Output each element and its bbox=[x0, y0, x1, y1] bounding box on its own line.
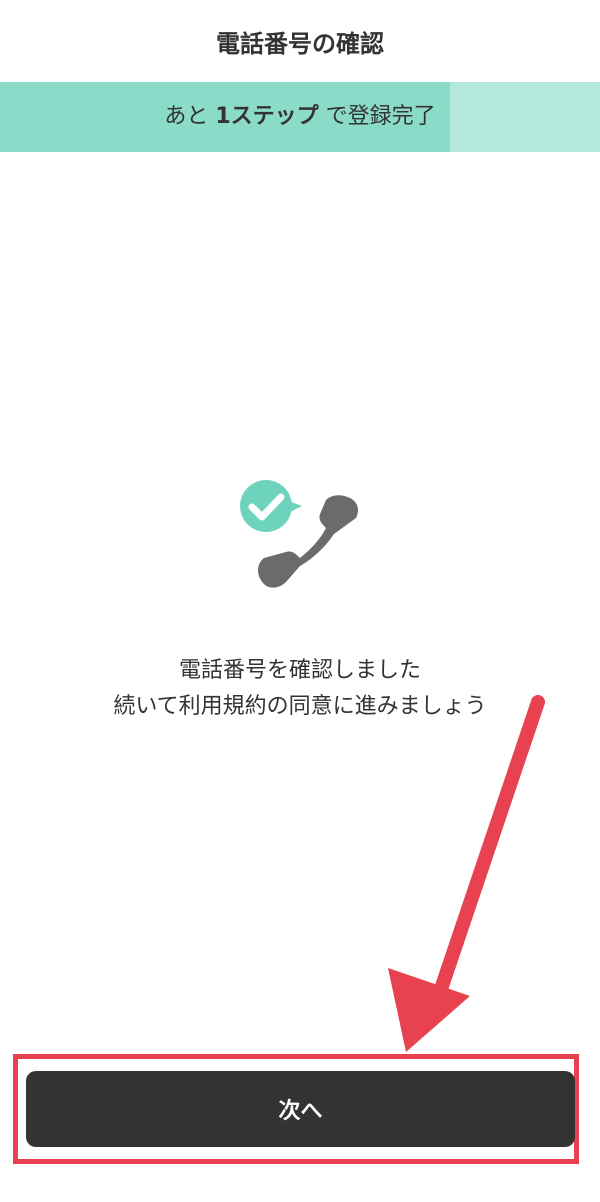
confirmation-message: 電話番号を確認しました 続いて利用規約の同意に進みましょう bbox=[0, 653, 600, 725]
message-line-2: 続いて利用規約の同意に進みましょう bbox=[113, 694, 487, 719]
progress-text: あと 1ステップ で登録完了 bbox=[0, 82, 600, 152]
page-title: 電話番号の確認 bbox=[216, 30, 384, 58]
progress-bar: あと 1ステップ で登録完了 bbox=[0, 82, 600, 152]
next-button[interactable]: 次へ bbox=[26, 1071, 575, 1147]
progress-prefix: あと bbox=[164, 104, 209, 129]
progress-step-label: 1ステップ bbox=[215, 104, 319, 129]
message-line-1: 電話番号を確認しました bbox=[178, 658, 421, 683]
phone-verified-icon bbox=[240, 480, 358, 588]
progress-suffix: で登録完了 bbox=[325, 104, 436, 129]
header: 電話番号の確認 bbox=[0, 0, 600, 82]
check-bubble-icon bbox=[240, 480, 302, 532]
